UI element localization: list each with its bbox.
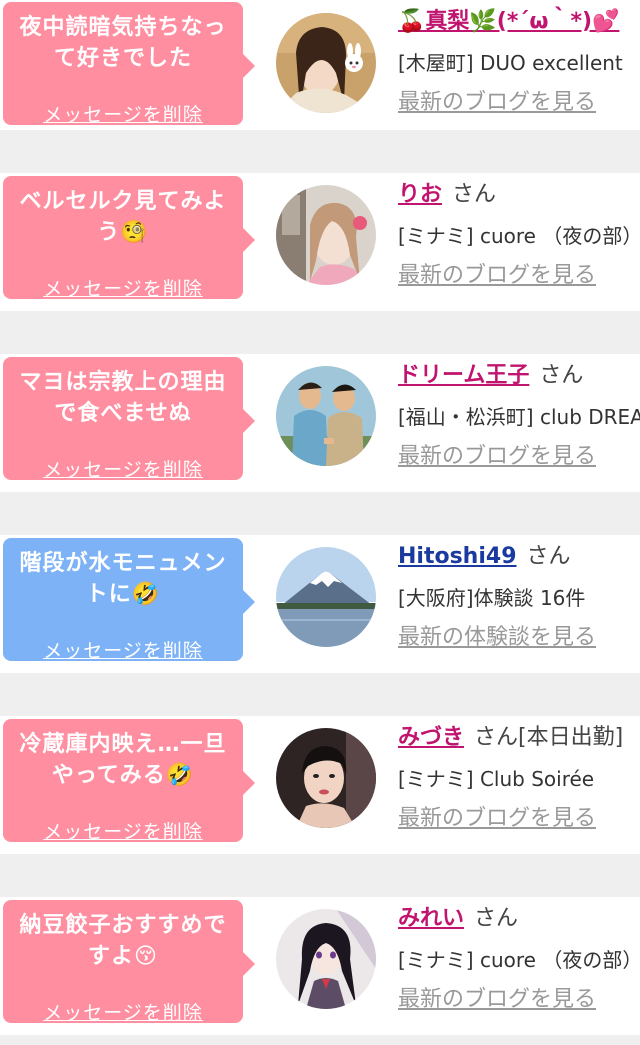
message-card: ベルセルク見てみよう🧐 メッセージを削除 りお さん [ミナミ] cuore （夜… [0, 173, 640, 311]
message-text: 階段が水モニュメントに🤣 [19, 551, 227, 607]
message-text: 納豆餃子おすすめですよ😚 [19, 913, 227, 969]
sender-name-link[interactable]: りお [398, 182, 442, 207]
honorific: さん[本日出勤] [474, 725, 624, 750]
shop-info: [木屋町] DUO excellent [398, 51, 623, 75]
message-text: 冷蔵庫内映え…一旦やってみる🤣 [19, 732, 227, 788]
sender-info: 🍒真梨🌿(*´ω｀*)💕 [木屋町] DUO excellent 最新のブログを… [398, 0, 640, 123]
message-text: ベルセルク見てみよう🧐 [19, 189, 227, 245]
latest-blog-link[interactable]: 最新のブログを見る [398, 83, 596, 123]
latest-blog-link[interactable]: 最新のブログを見る [398, 799, 596, 839]
message-bubble: ベルセルク見てみよう🧐 メッセージを削除 [3, 176, 255, 301]
message-card: 階段が水モニュメントに🤣 メッセージを削除 Hitoshi49 さん [大阪府]体… [0, 535, 640, 673]
delete-message-link[interactable]: メッセージを削除 [11, 817, 235, 844]
sender-info: みづき さん[本日出勤] [ミナミ] Club Soirée 最新のブログを見る [398, 716, 640, 839]
message-card: マヨは宗教上の理由で食べませぬ メッセージを削除 ドリーム王子 さん [福山・松浜… [0, 354, 640, 492]
delete-message-link[interactable]: メッセージを削除 [11, 636, 235, 663]
message-bubble: 冷蔵庫内映え…一旦やってみる🤣 メッセージを削除 [3, 719, 255, 844]
message-bubble: 納豆餃子おすすめですよ😚 メッセージを削除 [3, 900, 255, 1025]
delete-message-link[interactable]: メッセージを削除 [11, 100, 235, 127]
shop-info: [福山・松浜町] club DREAM [398, 405, 640, 429]
anime-girl-avatar[interactable] [276, 909, 376, 1009]
message-text: 夜中読暗気持ちなって好きでした [19, 15, 227, 71]
message-card: 納豆餃子おすすめですよ😚 メッセージを削除 みれい さん [ミナミ] cuore … [0, 897, 640, 1035]
mount-fuji-avatar[interactable] [276, 547, 376, 647]
sender-info: りお さん [ミナミ] cuore （夜の部） 最新のブログを見る [398, 173, 640, 296]
message-bubble: 階段が水モニュメントに🤣 メッセージを削除 [3, 538, 255, 663]
sender-name-link[interactable]: ドリーム王子 [398, 363, 529, 388]
sender-info: ドリーム王子 さん [福山・松浜町] club DREAM 最新のブログを見る [398, 354, 640, 477]
latest-blog-link[interactable]: 最新のブログを見る [398, 980, 596, 1020]
sender-name-link[interactable]: みづき [398, 725, 464, 750]
honorific: さん [474, 906, 519, 931]
latest-blog-link[interactable]: 最新のブログを見る [398, 437, 596, 477]
message-bubble: 夜中読暗気持ちなって好きでした メッセージを削除 [3, 2, 255, 127]
delete-message-link[interactable]: メッセージを削除 [11, 455, 235, 482]
delete-message-link[interactable]: メッセージを削除 [11, 998, 235, 1025]
delete-message-link[interactable]: メッセージを削除 [11, 274, 235, 301]
sender-name-link[interactable]: 🍒真梨🌿(*´ω｀*)💕 [398, 9, 619, 34]
latest-blog-link[interactable]: 最新のブログを見る [398, 256, 596, 296]
honorific: さん [539, 363, 584, 388]
sender-name-link[interactable]: Hitoshi49 [398, 544, 517, 569]
honorific: さん [526, 544, 571, 569]
sender-info: Hitoshi49 さん [大阪府]体験談 16件 最新の体験談を見る [398, 535, 640, 658]
latest-review-link[interactable]: 最新の体験談を見る [398, 618, 596, 658]
message-card: 冷蔵庫内映え…一旦やってみる🤣 メッセージを削除 みづき さん[本日出勤] [ミナ… [0, 716, 640, 854]
separator [0, 673, 640, 716]
girl-bunny-avatar[interactable] [276, 13, 376, 113]
separator [0, 492, 640, 535]
shop-info: [ミナミ] cuore （夜の部） [398, 224, 640, 248]
woman-portrait-avatar[interactable] [276, 728, 376, 828]
separator [0, 311, 640, 354]
separator [0, 854, 640, 897]
anime-men-avatar[interactable] [276, 366, 376, 466]
shop-info: [ミナミ] Club Soirée [398, 767, 595, 791]
message-text: マヨは宗教上の理由で食べませぬ [19, 370, 227, 426]
girl-window-avatar[interactable] [276, 185, 376, 285]
shop-info: [ミナミ] cuore （夜の部） [398, 948, 640, 972]
sender-info: みれい さん [ミナミ] cuore （夜の部） 最新のブログを見る [398, 897, 640, 1020]
sender-name-link[interactable]: みれい [398, 906, 464, 931]
separator [0, 130, 640, 173]
message-card: 夜中読暗気持ちなって好きでした メッセージを削除 🍒真梨🌿(*´ω｀*)💕 [木… [0, 0, 640, 130]
honorific: さん [452, 182, 497, 207]
message-feed: 夜中読暗気持ちなって好きでした メッセージを削除 🍒真梨🌿(*´ω｀*)💕 [木… [0, 0, 640, 1035]
message-bubble: マヨは宗教上の理由で食べませぬ メッセージを削除 [3, 357, 255, 482]
shop-info: [大阪府]体験談 16件 [398, 586, 586, 610]
